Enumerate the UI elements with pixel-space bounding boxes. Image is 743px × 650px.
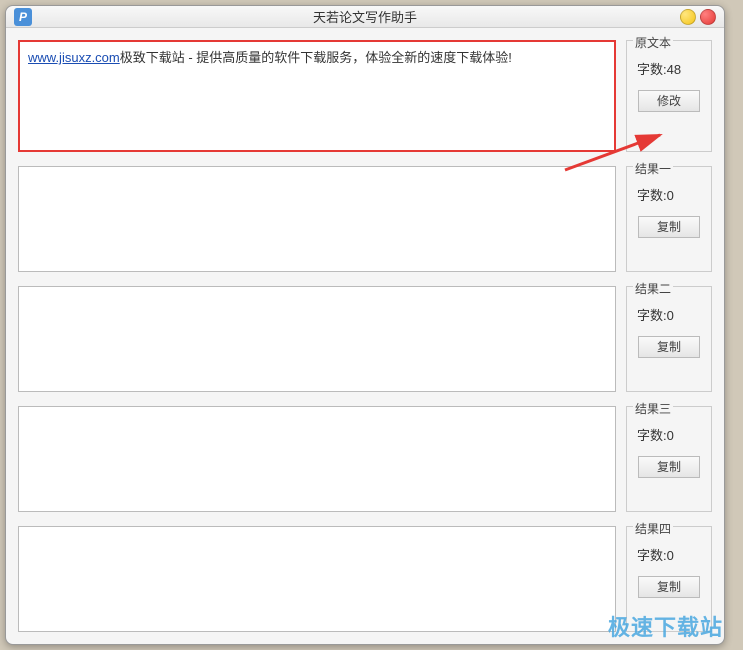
source-textbox[interactable]: www.jisuxz.com极致下载站 - 提供高质量的软件下载服务，体验全新的… xyxy=(18,40,616,152)
side-column: 原文本 字数:48 修改 结果一 字数:0 复制 结果二 xyxy=(626,40,712,632)
app-icon: P xyxy=(14,8,32,26)
copy-button[interactable]: 复制 xyxy=(638,456,700,478)
window-controls xyxy=(680,9,716,25)
result-panel-title: 结果四 xyxy=(633,520,673,537)
result-panel-4: 结果四 字数:0 复制 xyxy=(626,526,712,632)
main-column: www.jisuxz.com极致下载站 - 提供高质量的软件下载服务，体验全新的… xyxy=(18,40,616,632)
copy-button[interactable]: 复制 xyxy=(638,336,700,358)
minimize-icon[interactable] xyxy=(680,9,696,25)
result-panel-3: 结果三 字数:0 复制 xyxy=(626,406,712,512)
result-textbox-4[interactable] xyxy=(18,526,616,632)
result-textbox-1[interactable] xyxy=(18,166,616,272)
modify-button[interactable]: 修改 xyxy=(638,90,700,112)
result-count: 字数:0 xyxy=(633,425,705,444)
window-title: 天若论文写作助手 xyxy=(313,7,417,26)
close-icon[interactable] xyxy=(700,9,716,25)
result-textbox-2[interactable] xyxy=(18,286,616,392)
content-area: www.jisuxz.com极致下载站 - 提供高质量的软件下载服务，体验全新的… xyxy=(6,28,724,644)
source-link[interactable]: www.jisuxz.com xyxy=(28,50,120,65)
result-panel-title: 结果二 xyxy=(633,280,673,297)
result-count: 字数:0 xyxy=(633,545,705,564)
result-panel-title: 结果三 xyxy=(633,400,673,417)
result-panel-1: 结果一 字数:0 复制 xyxy=(626,166,712,272)
result-textbox-3[interactable] xyxy=(18,406,616,512)
app-window: P 天若论文写作助手 www.jisuxz.com极致下载站 - 提供高质量的软… xyxy=(5,5,725,645)
titlebar[interactable]: P 天若论文写作助手 xyxy=(6,6,724,28)
source-count: 字数:48 xyxy=(633,59,705,78)
result-count: 字数:0 xyxy=(633,185,705,204)
result-count: 字数:0 xyxy=(633,305,705,324)
result-panel-title: 结果一 xyxy=(633,160,673,177)
copy-button[interactable]: 复制 xyxy=(638,216,700,238)
source-panel-title: 原文本 xyxy=(633,34,673,51)
result-panel-2: 结果二 字数:0 复制 xyxy=(626,286,712,392)
source-text: 极致下载站 - 提供高质量的软件下载服务，体验全新的速度下载体验! xyxy=(120,50,512,65)
copy-button[interactable]: 复制 xyxy=(638,576,700,598)
source-panel: 原文本 字数:48 修改 xyxy=(626,40,712,152)
